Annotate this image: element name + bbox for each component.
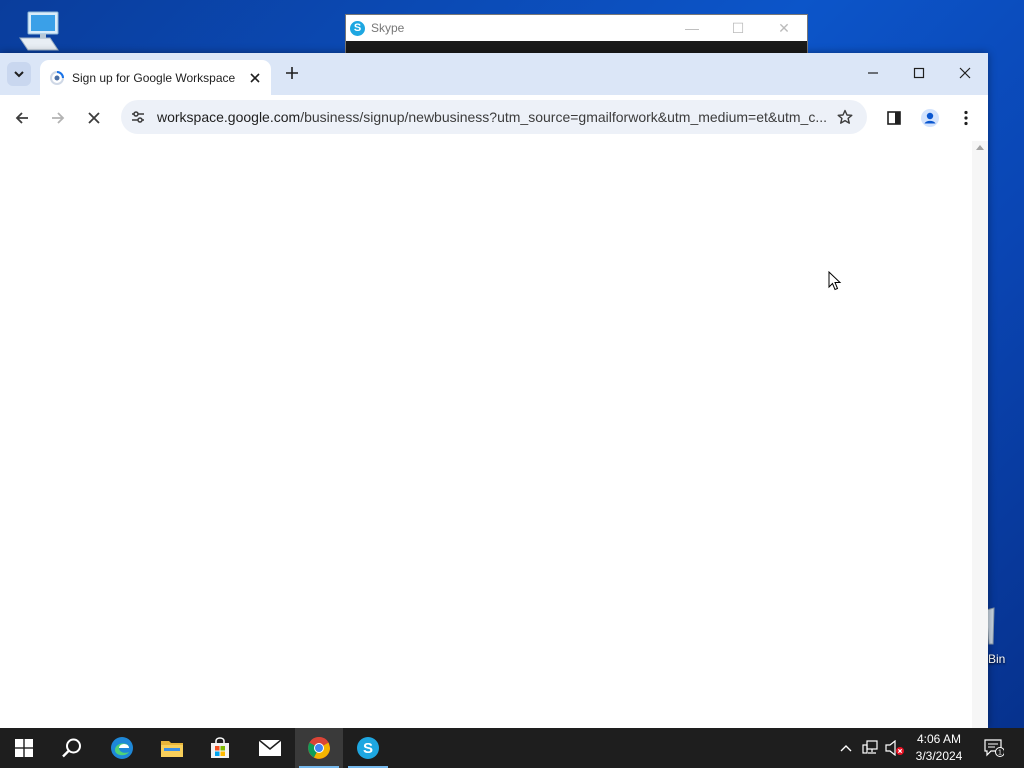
taskbar: S 4:06 AM 3/3/2024 1 [0,728,1024,768]
minimize-icon [868,72,878,74]
volume-button[interactable] [884,728,906,768]
plus-icon [286,67,298,79]
tab-strip: Sign up for Google Workspace [0,53,988,95]
skype-title: Skype [371,21,405,35]
mail-icon [258,739,282,756]
tab-title: Sign up for Google Workspace [72,70,236,85]
start-button[interactable] [0,728,48,768]
network-disconnected-icon [862,740,878,754]
show-hidden-icons-button[interactable] [836,728,856,768]
maximize-icon [913,67,925,79]
tab-search-button[interactable] [7,62,31,86]
avatar-icon [921,109,939,127]
taskbar-search-button[interactable] [48,728,96,768]
chevron-down-icon [14,71,24,78]
vertical-scrollbar[interactable] [972,141,988,728]
bookmark-button[interactable] [833,109,857,125]
stop-loading-button[interactable] [82,106,106,130]
scroll-up-arrow-icon[interactable] [976,145,984,150]
taskbar-skype[interactable]: S [344,728,392,768]
skype-maximize-button[interactable]: ☐ [715,20,761,37]
loading-spinner-icon [50,70,64,85]
back-button[interactable] [10,106,34,130]
profile-button[interactable] [918,106,942,130]
arrow-left-icon [15,112,28,124]
taskbar-mail[interactable] [246,728,294,768]
taskbar-chrome[interactable] [295,728,343,768]
skype-logo-icon: S [350,20,365,36]
url-text[interactable]: workspace.google.com/business/signup/new… [157,109,827,125]
close-icon [88,112,100,124]
recycle-bin-label: Bin [988,652,1006,666]
site-info-button[interactable] [128,109,148,125]
clock-time: 4:06 AM [916,732,962,746]
network-status-button[interactable] [860,728,882,768]
taskbar-store[interactable] [196,728,244,768]
windows-logo-icon [15,739,33,757]
maximize-button[interactable] [896,53,942,93]
browser-toolbar: workspace.google.com/business/signup/new… [0,95,988,142]
minimize-button[interactable] [850,53,896,93]
close-icon [250,72,260,83]
tune-icon [132,111,144,123]
search-icon [62,738,81,758]
tab-close-button[interactable] [247,70,263,86]
side-panel-icon [887,111,901,125]
skype-titlebar[interactable]: S Skype — ☐ ✕ [346,15,807,41]
skype-close-button[interactable]: ✕ [761,20,807,37]
svg-text:S: S [363,740,373,757]
this-pc-desktop-icon[interactable] [14,8,64,54]
address-bar[interactable]: workspace.google.com/business/signup/new… [121,100,867,134]
notification-count: 1 [998,750,1002,757]
chrome-icon [308,737,330,759]
url-host: workspace.google.com [157,109,301,125]
chrome-window: Sign up for Google Workspace workspace.g… [0,53,988,728]
forward-button[interactable] [46,106,70,130]
tab-google-workspace[interactable]: Sign up for Google Workspace [40,60,271,95]
skype-icon: S [357,737,379,759]
volume-muted-icon [885,740,904,756]
side-panel-button[interactable] [882,106,906,130]
skype-minimize-button[interactable]: — [669,20,715,36]
url-path: /business/signup/newbusiness?utm_source=… [300,109,827,125]
new-tab-button[interactable] [282,63,302,83]
notification-icon: 1 [984,739,1004,757]
taskbar-file-explorer[interactable] [148,728,196,768]
taskbar-edge[interactable] [98,728,146,768]
menu-button[interactable] [954,106,978,130]
folder-icon [161,741,183,757]
action-center-button[interactable]: 1 [980,728,1008,768]
page-content[interactable] [0,141,972,728]
chevron-up-icon [840,745,852,752]
edge-icon [111,737,133,759]
store-bag-icon [211,737,229,758]
close-window-button[interactable] [942,53,988,93]
taskbar-clock[interactable]: 4:06 AM 3/3/2024 [906,731,972,765]
kebab-menu-icon [964,110,968,126]
star-icon [837,109,853,124]
arrow-right-icon [52,112,65,124]
close-icon [959,67,971,79]
clock-date: 3/3/2024 [915,749,963,763]
mouse-pointer-icon [828,271,842,291]
